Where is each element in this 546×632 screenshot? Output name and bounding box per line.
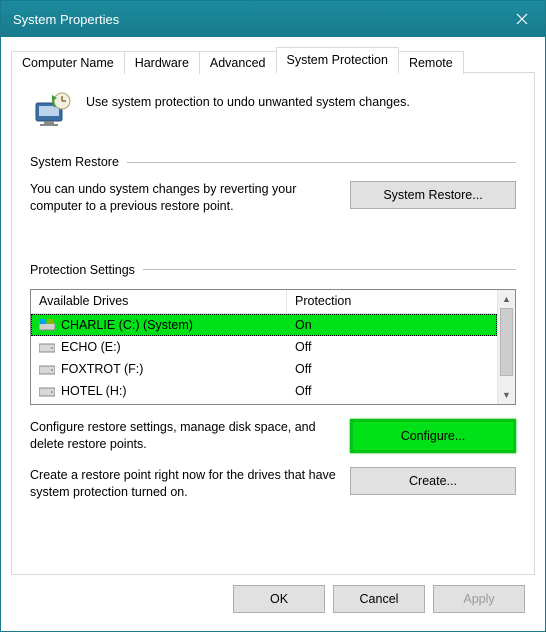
dialog-footer: OK Cancel Apply [11, 575, 535, 623]
drive-icon [39, 363, 55, 375]
drive-row[interactable]: HOTEL (H:) Off [31, 380, 497, 402]
tab-computer-name[interactable]: Computer Name [11, 51, 125, 74]
intro-text: Use system protection to undo unwanted s… [86, 89, 410, 109]
drive-row[interactable]: FOXTROT (F:) Off [31, 358, 497, 380]
ok-button[interactable]: OK [233, 585, 325, 613]
scrollbar-vertical[interactable]: ▲ ▼ [497, 290, 515, 404]
scroll-track[interactable] [498, 308, 515, 386]
divider [143, 269, 516, 270]
drive-name: HOTEL (H:) [61, 384, 127, 398]
tab-hardware[interactable]: Hardware [124, 51, 200, 74]
drive-row[interactable]: ECHO (E:) Off [31, 336, 497, 358]
tab-advanced[interactable]: Advanced [199, 51, 277, 74]
drive-list[interactable]: Available Drives Protection CHARLIE (C:)… [31, 290, 497, 404]
tabstrip: Computer Name Hardware Advanced System P… [11, 47, 535, 73]
group-header-restore: System Restore [30, 155, 119, 169]
apply-button[interactable]: Apply [433, 585, 525, 613]
drive-protection-cell: On [287, 318, 497, 332]
window-title: System Properties [13, 12, 119, 27]
create-restore-point-button[interactable]: Create... [350, 467, 516, 495]
group-protection-settings: Protection Settings Available Drives Pro… [30, 263, 516, 501]
client-area: Computer Name Hardware Advanced System P… [1, 37, 545, 631]
group-header-protection: Protection Settings [30, 263, 135, 277]
scroll-thumb[interactable] [500, 308, 513, 376]
intro-row: Use system protection to undo unwanted s… [30, 89, 516, 133]
restore-description: You can undo system changes by reverting… [30, 181, 338, 215]
system-restore-button[interactable]: System Restore... [350, 181, 516, 209]
divider [127, 162, 516, 163]
tab-remote[interactable]: Remote [398, 51, 464, 74]
drive-name: ECHO (E:) [61, 340, 121, 354]
drive-name-cell: ECHO (E:) [31, 340, 287, 354]
drive-name: FOXTROT (F:) [61, 362, 143, 376]
drive-icon [39, 385, 55, 397]
drive-list-header: Available Drives Protection [31, 290, 497, 314]
titlebar: System Properties [1, 1, 545, 37]
configure-description: Configure restore settings, manage disk … [30, 419, 338, 453]
column-protection[interactable]: Protection [287, 290, 497, 313]
cancel-button[interactable]: Cancel [333, 585, 425, 613]
drive-name: CHARLIE (C:) (System) [61, 318, 193, 332]
system-properties-window: System Properties Computer Name Hardware… [0, 0, 546, 632]
drive-row[interactable]: CHARLIE (C:) (System) On [31, 314, 497, 336]
drive-icon [39, 341, 55, 353]
column-available-drives[interactable]: Available Drives [31, 290, 287, 313]
group-system-restore: System Restore You can undo system chang… [30, 155, 516, 215]
tab-panel: Use system protection to undo unwanted s… [11, 72, 535, 575]
drive-name-cell: HOTEL (H:) [31, 384, 287, 398]
drive-protection-cell: Off [287, 340, 497, 354]
drive-protection-cell: Off [287, 362, 497, 376]
scroll-down-button[interactable]: ▼ [498, 386, 515, 404]
create-description: Create a restore point right now for the… [30, 467, 338, 501]
drive-protection-cell: Off [287, 384, 497, 398]
system-protection-icon [30, 89, 74, 133]
tab-system-protection[interactable]: System Protection [276, 47, 399, 73]
drive-name-cell: CHARLIE (C:) (System) [31, 318, 287, 332]
drive-name-cell: FOXTROT (F:) [31, 362, 287, 376]
configure-button[interactable]: Configure... [350, 419, 516, 453]
close-icon [516, 13, 528, 25]
close-button[interactable] [499, 1, 545, 37]
drive-windows-icon [39, 319, 55, 331]
drive-list-box: Available Drives Protection CHARLIE (C:)… [30, 289, 516, 405]
scroll-up-button[interactable]: ▲ [498, 290, 515, 308]
